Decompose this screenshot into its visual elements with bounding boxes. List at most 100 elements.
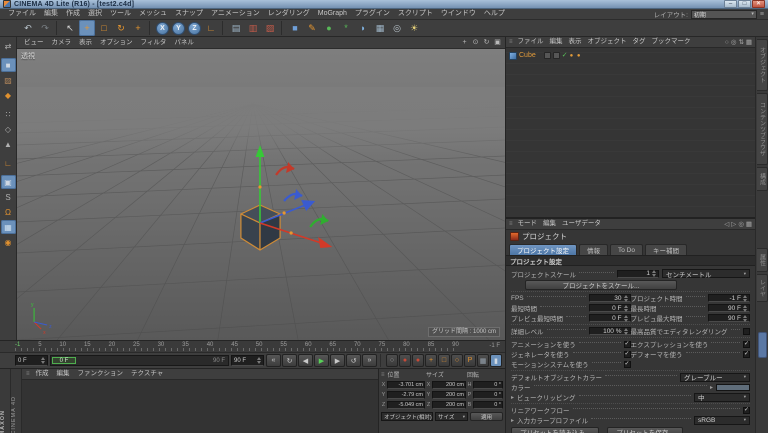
viewport-menu-item[interactable]: ビュー — [20, 38, 48, 48]
key-position-icon[interactable]: + — [425, 354, 437, 367]
z-axis-lock-icon[interactable]: Z — [188, 21, 201, 35]
y-axis-lock-icon[interactable]: Y — [172, 21, 185, 35]
project-scale-field[interactable]: 1 — [617, 269, 660, 278]
view-clipping-select[interactable]: 中 ▾ — [694, 392, 751, 402]
quantize-icon[interactable]: ▦ — [0, 220, 16, 234]
position-field[interactable]: -3.701 cm — [387, 381, 425, 389]
use-expressions-checkbox[interactable]: ✓ — [743, 340, 751, 348]
key-parameter-icon[interactable]: P — [464, 354, 476, 367]
material-menu-item[interactable]: 編集 — [53, 369, 74, 379]
number-field[interactable]: -1 F — [708, 294, 751, 302]
goto-end-icon[interactable]: » — [362, 354, 377, 367]
size-field[interactable]: 200 cm — [432, 401, 466, 409]
viewport-menu-item[interactable]: 表示 — [75, 38, 96, 48]
stepper-icon[interactable] — [623, 294, 628, 302]
render-settings-icon[interactable]: ▥ — [245, 20, 261, 36]
last-tool-icon[interactable]: + — [130, 20, 146, 36]
use-motion-system-checkbox[interactable]: ✓ — [623, 360, 631, 368]
detail-level-field[interactable]: 100 % — [588, 327, 631, 335]
material-list[interactable] — [22, 380, 378, 433]
attribute-tab[interactable]: キー補間 — [644, 244, 687, 255]
keyframe-selection-icon[interactable]: ▮ — [490, 354, 502, 367]
stepper-icon[interactable] — [41, 357, 45, 364]
menu-item[interactable]: メッシュ — [135, 9, 171, 19]
menu-item[interactable]: 選択 — [84, 9, 106, 19]
editor-render-checkbox[interactable] — [743, 327, 751, 335]
number-field[interactable]: 30 — [588, 294, 631, 302]
object-manager-menu-item[interactable]: オブジェクト — [585, 37, 630, 47]
menu-item[interactable]: 編集 — [40, 9, 62, 19]
environment-icon[interactable]: ◗ — [355, 20, 371, 36]
magnet-icon[interactable]: Ω — [1, 205, 16, 219]
number-field[interactable]: 90 F — [708, 304, 751, 312]
scrollbar-thumb[interactable] — [758, 332, 768, 358]
color-swatch[interactable] — [716, 383, 751, 391]
viewport-menu-item[interactable]: パネル — [170, 38, 198, 48]
tab-structure[interactable]: 構成 — [757, 167, 768, 191]
play-sound-icon[interactable]: ↺ — [346, 354, 361, 367]
key-rotation-icon[interactable]: ○ — [451, 354, 463, 367]
autokey-icon[interactable]: ● — [412, 354, 424, 367]
tab-attributes[interactable]: 属性 — [757, 248, 768, 272]
record-keyframe-icon[interactable]: ● — [399, 354, 411, 367]
rotation-field[interactable]: 0 ° — [473, 391, 503, 399]
key-scale-icon[interactable]: □ — [438, 354, 450, 367]
tab-objects[interactable]: オブジェクト — [757, 39, 768, 91]
tab-layers[interactable]: レイヤ — [757, 274, 768, 302]
default-color-select[interactable]: グレーブルー ▾ — [680, 372, 751, 382]
menu-item[interactable]: プラグイン — [351, 9, 394, 19]
preset-load-button[interactable]: プリセットを読み込み... — [511, 427, 600, 433]
object-name[interactable]: Cube — [519, 52, 536, 59]
ui-config-icon[interactable]: ≡ — [760, 11, 764, 18]
menu-item[interactable]: ツール — [106, 9, 135, 19]
menu-item[interactable]: MoGraph — [314, 9, 351, 19]
back-icon[interactable]: ◁ — [724, 220, 729, 229]
scale-tool-icon[interactable]: □ — [96, 20, 112, 36]
search-icon[interactable]: ○ — [725, 38, 729, 47]
attribute-menu-item[interactable]: ユーザデータ — [559, 219, 604, 229]
preset-save-button[interactable]: プリセットを保存... — [607, 427, 683, 433]
add-cube-icon[interactable]: ■ — [287, 20, 303, 36]
separator[interactable] — [56, 21, 59, 35]
sort-icon[interactable]: ⇅ — [738, 38, 743, 47]
phong-tag-icon[interactable]: ✓ — [562, 52, 568, 60]
next-frame-icon[interactable]: ▶ — [330, 354, 345, 367]
object-tree[interactable]: Cube ✓ ● ● — [506, 48, 756, 217]
separator[interactable] — [281, 21, 284, 35]
points-mode-icon[interactable]: ∷ — [1, 107, 16, 121]
number-field[interactable]: 0 F — [588, 314, 631, 322]
range-end-field[interactable]: 90 F — [231, 355, 264, 366]
stepper-icon[interactable] — [743, 294, 748, 302]
lock-workplane-icon[interactable]: ◉ — [1, 235, 16, 249]
stepper-icon[interactable] — [743, 304, 748, 312]
light-icon[interactable]: ☀ — [406, 20, 422, 36]
material-menu-item[interactable]: ファンクション — [74, 369, 128, 379]
object-manager-menu-item[interactable]: ファイル — [515, 37, 547, 47]
attribute-tab[interactable]: 情報 — [579, 244, 608, 255]
object-manager-menu-item[interactable]: 表示 — [566, 37, 585, 47]
project-scale-button[interactable]: プロジェクトをスケール... — [525, 279, 677, 290]
attribute-menu-item[interactable]: モード — [515, 219, 541, 229]
object-row[interactable]: Cube ✓ ● ● — [509, 50, 752, 61]
pan-view-icon[interactable]: + — [460, 38, 469, 47]
texture-mode-icon[interactable]: ▨ — [1, 73, 16, 87]
position-field[interactable]: -2.79 cm — [387, 391, 425, 399]
snap-icon[interactable]: S — [1, 190, 16, 204]
polygons-mode-icon[interactable]: ▲ — [1, 137, 16, 151]
attribute-menu-item[interactable]: 編集 — [540, 219, 559, 229]
separator[interactable] — [222, 21, 225, 35]
stepper-icon[interactable] — [652, 270, 657, 277]
tab-content-browser[interactable]: コンテンツブラウザ — [757, 93, 768, 165]
undo-icon[interactable]: ↶ — [20, 20, 36, 36]
play-icon[interactable]: ▶ — [314, 354, 329, 367]
stepper-icon[interactable] — [743, 314, 748, 322]
camera-icon[interactable]: ◎ — [389, 20, 405, 36]
use-generators-checkbox[interactable]: ✓ — [623, 350, 631, 358]
model-mode-icon[interactable]: ■ — [0, 58, 16, 72]
size-field[interactable]: 200 cm — [432, 391, 466, 399]
edges-mode-icon[interactable]: ◇ — [1, 122, 16, 136]
separator[interactable] — [149, 21, 152, 35]
close-button[interactable]: ✕ — [752, 0, 765, 8]
browser-icon[interactable]: ▦ — [746, 38, 752, 47]
toggle-view-icon[interactable]: ▣ — [493, 38, 502, 47]
